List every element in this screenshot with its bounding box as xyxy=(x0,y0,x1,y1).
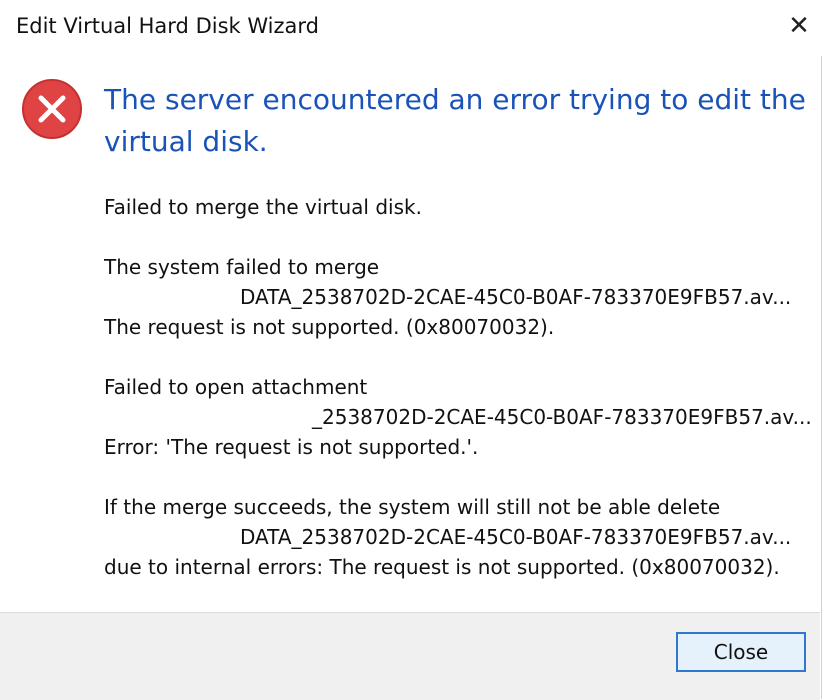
message-merge-failed: Failed to merge the virtual disk. xyxy=(104,192,816,222)
message-text: Failed to open attachment xyxy=(104,375,368,399)
message-text: The system failed to merge xyxy=(104,255,380,279)
close-icon[interactable]: ✕ xyxy=(781,8,817,44)
window-title: Edit Virtual Hard Disk Wizard xyxy=(16,14,319,38)
message-text: If the merge succeeds, the system will s… xyxy=(104,495,721,519)
message-system-failed-merge: The system failed to merge DATA_2538702D… xyxy=(104,252,816,342)
message-path: DATA_2538702D-2CAE-45C0-B0AF-783370E9FB5… xyxy=(240,525,792,549)
message-text: Failed to merge the virtual disk. xyxy=(104,195,422,219)
background-window-edge xyxy=(821,56,835,699)
dialog-footer: Close xyxy=(0,612,820,700)
message-path: _2538702D-2CAE-45C0-B0AF-783370E9FB57.av… xyxy=(312,405,812,429)
title-bar: Edit Virtual Hard Disk Wizard ✕ xyxy=(0,0,835,54)
message-text: The request is not supported. (0x8007003… xyxy=(104,315,555,339)
message-delete-failed: If the merge succeeds, the system will s… xyxy=(104,492,816,582)
message-text: Error: 'The request is not supported.'. xyxy=(104,435,479,459)
error-details: Failed to merge the virtual disk. The sy… xyxy=(104,192,816,612)
error-icon xyxy=(22,79,82,139)
message-path: DATA_2538702D-2CAE-45C0-B0AF-783370E9FB5… xyxy=(240,285,792,309)
close-button[interactable]: Close xyxy=(676,632,806,672)
message-text: due to internal errors: The request is n… xyxy=(104,555,780,579)
error-headline: The server encountered an error trying t… xyxy=(104,83,806,158)
dialog-window: Edit Virtual Hard Disk Wizard ✕ The serv… xyxy=(0,0,835,700)
message-attachment-failed: Failed to open attachment _2538702D-2CAE… xyxy=(104,372,816,462)
